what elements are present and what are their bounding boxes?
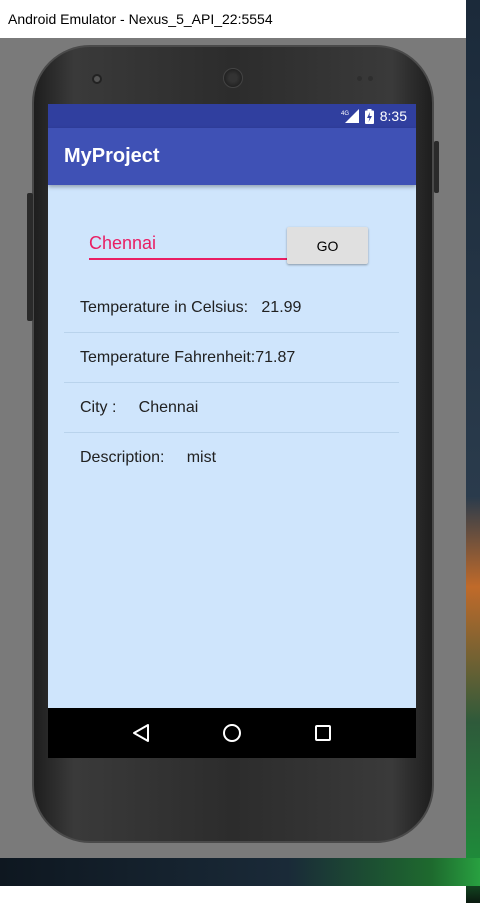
city-input[interactable] <box>89 230 287 260</box>
status-time: 8:35 <box>379 108 407 124</box>
emulator-title-bar[interactable]: Android Emulator - Nexus_5_API_22:5554 <box>0 0 466 38</box>
light-sensor <box>368 76 373 81</box>
fahrenheit-label: Temperature Fahrenheit: <box>80 348 256 366</box>
app-toolbar: MyProject <box>48 128 416 185</box>
celsius-label: Temperature in Celsius: <box>80 298 262 316</box>
home-circle-icon <box>222 724 241 742</box>
recents-button[interactable] <box>303 713 343 753</box>
battery-icon <box>364 108 374 124</box>
app-title: MyProject <box>64 145 160 167</box>
celsius-row: Temperature in Celsius: 21.99 <box>64 283 399 333</box>
signal-4g-icon: 4G <box>341 109 359 123</box>
network-label: 4G <box>341 111 349 117</box>
home-button[interactable] <box>212 713 252 753</box>
emulator-window: Android Emulator - Nexus_5_API_22:5554 4… <box>0 0 466 858</box>
status-bar: 4G 8:35 <box>48 104 416 128</box>
celsius-value: 21.99 <box>261 298 302 316</box>
phone-side-button-left <box>27 193 33 321</box>
city-row: City : Chennai <box>64 383 399 433</box>
emulator-title: Android Emulator - Nexus_5_API_22:5554 <box>8 11 273 27</box>
proximity-sensor <box>357 76 362 81</box>
fahrenheit-value: 71.87 <box>255 348 296 366</box>
navigation-bar <box>48 708 416 758</box>
city-value: Chennai <box>138 398 199 416</box>
desktop-background <box>466 0 480 903</box>
earpiece-speaker <box>223 68 243 88</box>
fahrenheit-row: Temperature Fahrenheit: 71.87 <box>64 333 399 383</box>
go-button[interactable]: GO <box>287 227 368 264</box>
back-triangle-icon <box>133 724 150 742</box>
description-row: Description: mist <box>64 433 399 483</box>
city-label: City : <box>80 398 139 416</box>
phone-screen: 4G 8:35 MyProject GO Temperature in Cels… <box>48 104 416 758</box>
desktop-taskbar-edge <box>0 858 480 886</box>
description-value: mist <box>186 449 217 466</box>
description-label: Description: <box>80 449 187 466</box>
front-camera <box>92 74 102 84</box>
phone-side-button-right <box>434 141 439 193</box>
back-button[interactable] <box>121 713 161 753</box>
recents-square-icon <box>314 725 331 741</box>
